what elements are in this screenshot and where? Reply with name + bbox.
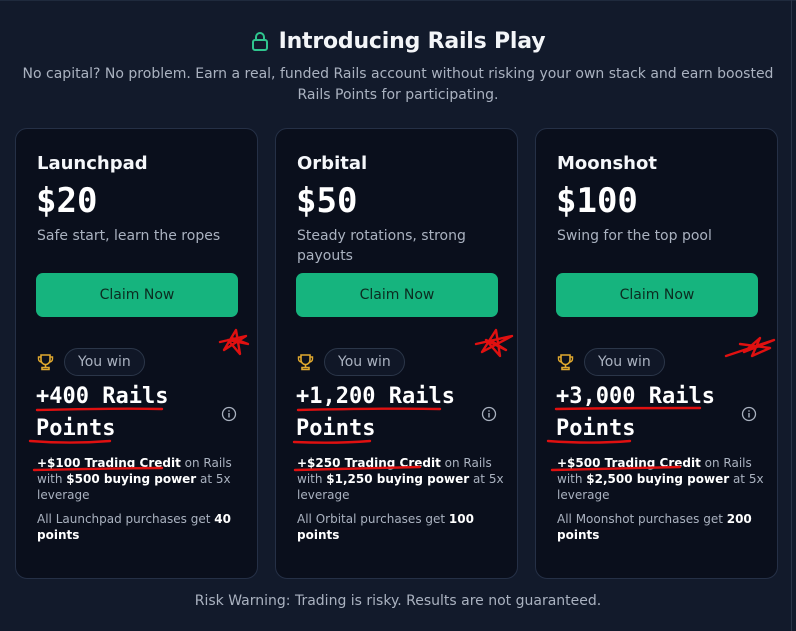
buying-power: $1,250 buying power [326,472,470,486]
page-title: Introducing Rails Play [278,28,546,54]
points-amount: +3,000 Rails [556,384,715,409]
pricing-cards: Launchpad $20 Safe start, learn the rope… [15,128,778,579]
info-icon[interactable] [481,406,497,422]
plan-description: Safe start, learn the ropes [37,228,221,244]
credit-amount: +$250 Trading Credit [297,456,441,470]
claim-now-button[interactable]: Claim Now [296,273,498,317]
you-win-badge: You win [324,348,405,376]
plan-name: Moonshot [557,153,657,174]
info-icon[interactable] [221,406,237,422]
bonus-points-text: All Moonshot purchases get 200 points [557,511,767,543]
risk-warning: Risk Warning: Trading is risky. Results … [194,593,602,609]
rails-points: +1,200 Rails Points [296,381,466,445]
bonus-points-text: All Orbital purchases get 100 points [297,511,507,543]
points-label: Points [296,416,376,441]
trading-credit-text: +$250 Trading Credit on Rails with $1,25… [297,455,507,503]
win-row: You win [557,348,665,376]
plan-card-launchpad: Launchpad $20 Safe start, learn the rope… [15,128,258,579]
trophy-icon [37,353,54,370]
points-label: Points [36,416,116,441]
trading-credit-text: +$500 Trading Credit on Rails with $2,50… [557,455,767,503]
title-row: Introducing Rails Play [0,24,796,58]
buying-power: $2,500 buying power [586,472,730,486]
plan-price: $50 [296,181,358,221]
bonus-points-text: All Launchpad purchases get 40 points [37,511,247,543]
credit-amount: +$500 Trading Credit [557,456,701,470]
you-win-badge: You win [64,348,145,376]
plan-name: Orbital [297,153,368,174]
lock-icon [251,32,268,51]
plan-card-moonshot: Moonshot $100 Swing for the top pool Cla… [535,128,778,579]
bonus-label: All Orbital purchases get [297,512,449,526]
buying-power: $500 buying power [66,472,197,486]
points-amount: +400 Rails [36,384,169,409]
rails-points: +3,000 Rails Points [556,381,726,445]
bonus-label: All Moonshot purchases get [557,512,727,526]
points-label: Points [556,416,636,441]
trophy-icon [557,353,574,370]
trading-credit-text: +$100 Trading Credit on Rails with $500 … [37,455,247,503]
win-row: You win [297,348,405,376]
window-top-border [0,0,796,1]
trophy-icon [297,353,314,370]
bonus-label: All Launchpad purchases get [37,512,215,526]
plan-card-orbital: Orbital $50 Steady rotations, strong pay… [275,128,518,579]
credit-amount: +$100 Trading Credit [37,456,181,470]
plan-price: $100 [556,181,638,221]
plan-name: Launchpad [37,153,148,174]
win-row: You win [37,348,145,376]
claim-now-button[interactable]: Claim Now [36,273,238,317]
page-subtitle: No capital? No problem. Earn a real, fun… [22,66,774,103]
plan-price: $20 [36,181,98,221]
rails-points: +400 Rails Points [36,381,206,445]
you-win-badge: You win [584,348,665,376]
plan-description: Swing for the top pool [557,228,712,244]
info-icon[interactable] [741,406,757,422]
plan-description: Steady rotations, strong payouts [297,228,466,264]
points-amount: +1,200 Rails [296,384,455,409]
claim-now-button[interactable]: Claim Now [556,273,758,317]
header: Introducing Rails Play No capital? No pr… [0,24,796,106]
